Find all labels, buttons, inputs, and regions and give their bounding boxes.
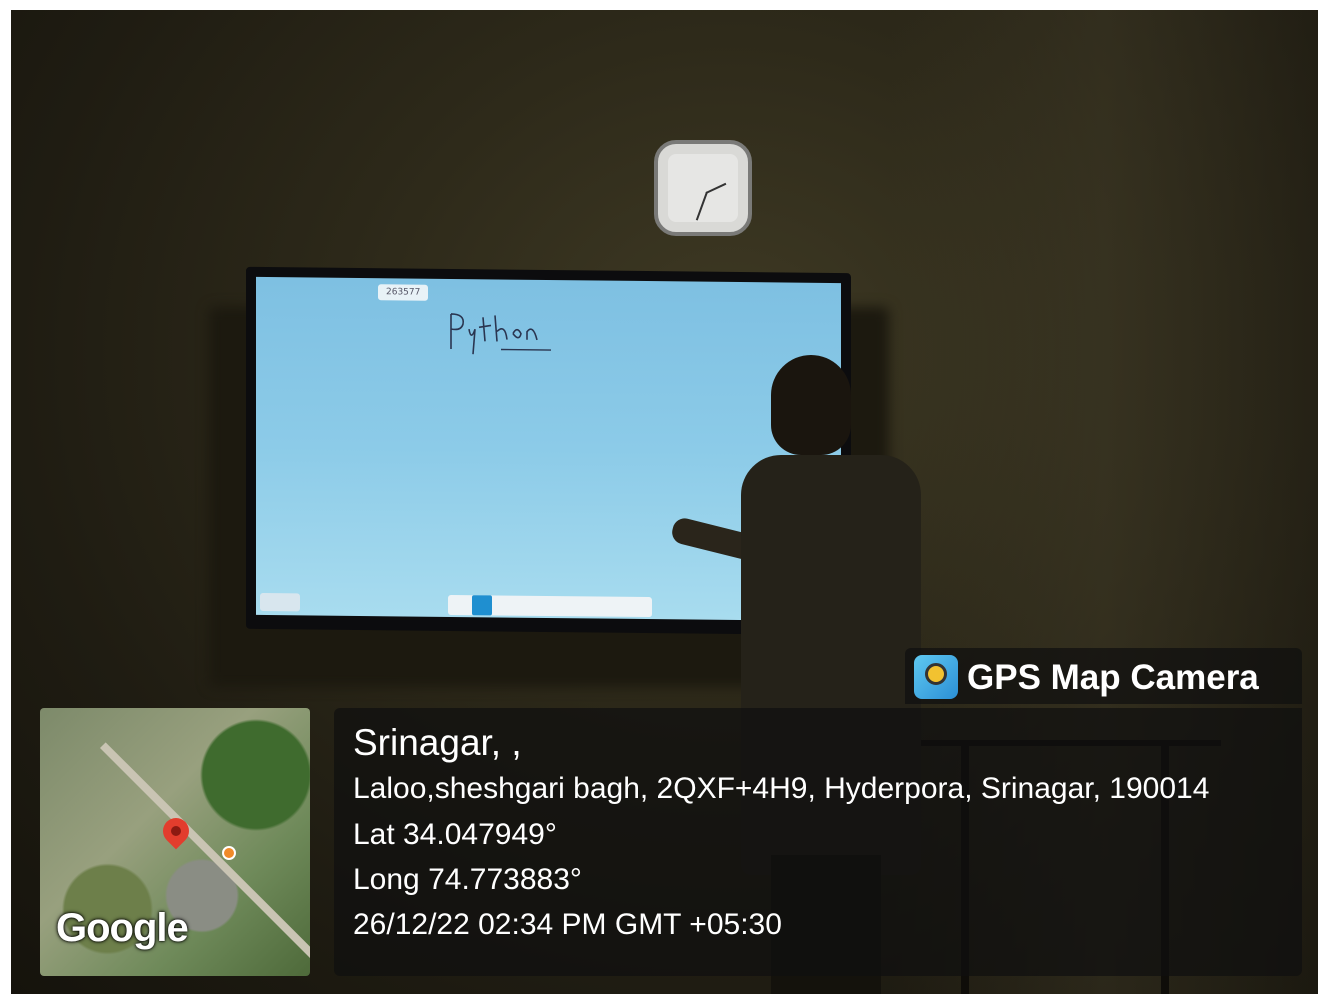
map-poi-dot	[222, 846, 236, 860]
location-info-panel: Srinagar, , Laloo,sheshgari bagh, 2QXF+4…	[334, 708, 1302, 976]
whiteboard-menu-toolbar	[260, 592, 300, 612]
gps-app-header: GPS Map Camera	[905, 648, 1302, 704]
map-thumbnail: Google	[40, 708, 310, 976]
whiteboard-id-tag: 263577	[378, 284, 429, 301]
wall-clock	[654, 140, 752, 236]
google-logo: Google	[56, 906, 189, 950]
app-title: GPS Map Camera	[967, 658, 1259, 697]
map-pin-icon	[157, 812, 195, 850]
clock-face	[668, 154, 738, 222]
camera-lens-icon	[925, 663, 947, 685]
latitude-label: Lat 34.047949°	[353, 818, 557, 851]
whiteboard-tools-toolbar	[448, 594, 652, 618]
longitude-label: Long 74.773883°	[353, 863, 582, 896]
handwritten-python	[450, 313, 551, 355]
pen-tool-selected	[472, 595, 492, 616]
clock-minute-hand	[705, 182, 727, 194]
clock-hour-hand	[695, 191, 708, 221]
gps-map-camera-app-icon	[914, 655, 958, 699]
address-label: Laloo,sheshgari bagh, 2QXF+4H9, Hyderpor…	[353, 772, 1210, 805]
presenter-head	[771, 355, 851, 455]
datetime-label: 26/12/22 02:34 PM GMT +05:30	[353, 908, 782, 941]
city-label: Srinagar, ,	[353, 722, 522, 763]
